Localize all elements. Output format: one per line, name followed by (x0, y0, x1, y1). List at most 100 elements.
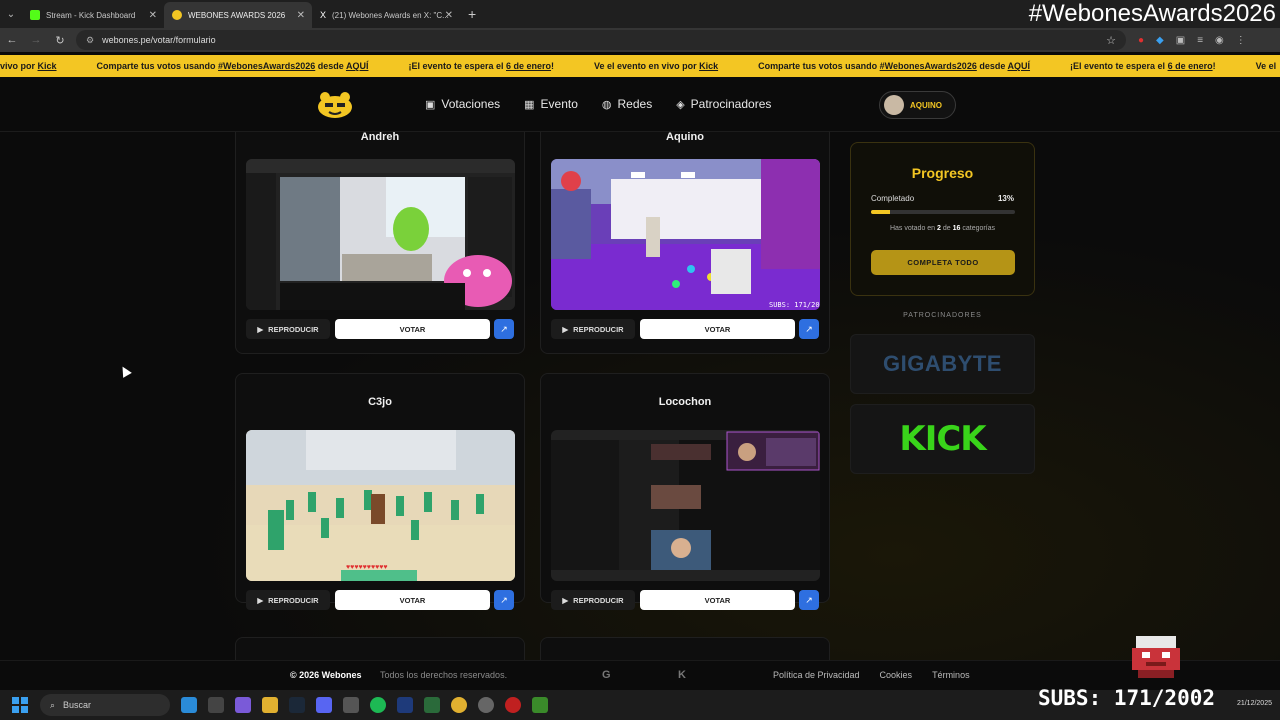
file-explorer-icon[interactable] (262, 697, 278, 713)
bookmark-star-icon[interactable]: ☆ (1106, 34, 1116, 47)
profile-avatar-icon[interactable]: ◉ (1215, 35, 1224, 46)
app-icon[interactable] (208, 697, 224, 713)
steam-icon[interactable] (289, 697, 305, 713)
progress-panel: Progreso Completado 13% Has votado en 2 … (850, 142, 1035, 296)
close-icon[interactable]: ✕ (149, 10, 157, 21)
nav-votaciones[interactable]: ▣ Votaciones (425, 97, 500, 111)
ballot-icon: ▣ (425, 98, 436, 111)
play-button[interactable]: ▶ REPRODUCIR (551, 590, 635, 610)
copilot-icon[interactable] (235, 697, 251, 713)
marquee-item: Ve el (1255, 61, 1277, 71)
reload-icon[interactable]: ↻ (48, 34, 72, 47)
close-icon[interactable]: ✕ (297, 10, 305, 21)
site-info-icon[interactable]: ⚙ (86, 35, 94, 46)
clip-thumbnail[interactable]: SUBS: 171/2002 (551, 159, 820, 310)
app-icon[interactable] (343, 697, 359, 713)
edge-icon[interactable] (181, 697, 197, 713)
vote-button[interactable]: VOTAR (335, 590, 490, 610)
globe-icon: ◍ (601, 98, 612, 111)
excel-icon[interactable] (424, 697, 440, 713)
play-button[interactable]: ▶ REPRODUCIR (551, 319, 635, 339)
marquee-link[interactable]: 6 de enero (1168, 61, 1213, 71)
voting-main: Andreh ▶ REPRODUCIR VOTAR ↗ Aquino SUBS:… (0, 132, 1280, 660)
marquee-link[interactable]: #WebonesAwards2026 (880, 61, 977, 71)
tab-kick-dashboard[interactable]: Stream - Kick Dashboard ✕ (22, 2, 164, 28)
external-link-icon[interactable]: ↗ (799, 319, 819, 339)
play-button[interactable]: ▶ REPRODUCIR (246, 590, 330, 610)
nav-label: Evento (540, 97, 578, 111)
footer-link-cookies[interactable]: Cookies (880, 670, 913, 680)
progress-title: Progreso (911, 165, 974, 181)
windows-start-icon[interactable] (12, 697, 28, 713)
extension-icon[interactable]: ◆ (1156, 35, 1164, 46)
nominee-card: Andreh ▶ REPRODUCIR VOTAR ↗ (235, 132, 525, 354)
back-icon[interactable]: ← (0, 34, 24, 46)
external-link-icon[interactable]: ↗ (799, 590, 819, 610)
nominee-name: Andreh (360, 132, 400, 143)
marquee-link[interactable]: AQUÍ (1008, 61, 1031, 71)
marquee-link[interactable]: Kick (699, 61, 718, 71)
vote-button[interactable]: VOTAR (640, 590, 795, 610)
play-button[interactable]: ▶ REPRODUCIR (246, 319, 330, 339)
marquee-link[interactable]: AQUÍ (346, 61, 369, 71)
forward-icon[interactable]: → (24, 34, 48, 46)
tab-webones-awards[interactable]: WEBONES AWARDS 2026 ✕ (164, 2, 312, 28)
nav-redes[interactable]: ◍ Redes (602, 97, 652, 111)
webones-logo[interactable] (316, 89, 354, 119)
nav-evento[interactable]: ▦ Evento (524, 97, 578, 111)
discord-icon[interactable] (316, 697, 332, 713)
overlay-hashtag: #WebonesAwards2026 (1028, 0, 1276, 27)
app-icon[interactable] (478, 697, 494, 713)
extensions-puzzle-icon[interactable]: ▣ (1176, 35, 1185, 46)
media-icon[interactable]: ≡ (1197, 35, 1203, 46)
avatar (884, 95, 904, 115)
user-menu-button[interactable]: AQUINO (879, 91, 956, 119)
progress-note: Has votado en 2 de 16 categorías (889, 225, 996, 232)
extension-icon[interactable]: ● (1138, 35, 1144, 46)
photoshop-icon[interactable] (397, 697, 413, 713)
marquee-item: Ve el evento en vivo por Kick (594, 61, 719, 71)
marquee-link[interactable]: #WebonesAwards2026 (218, 61, 315, 71)
x-favicon-icon: X (320, 10, 327, 20)
marquee-item: vivo por Kick (0, 61, 57, 71)
screen: ⌄ Stream - Kick Dashboard ✕ WEBONES AWAR… (0, 0, 1280, 720)
kick-favicon-icon (30, 10, 40, 20)
nav-patrocinadores[interactable]: ◈ Patrocinadores (676, 97, 771, 111)
complete-all-button[interactable]: COMPLETA TODO (871, 250, 1015, 275)
close-icon[interactable]: ✕ (445, 10, 453, 21)
nominee-name: C3jo (368, 396, 392, 408)
vote-button[interactable]: VOTAR (335, 319, 490, 339)
menu-dots-icon[interactable]: ⋮ (1236, 35, 1246, 46)
clip-thumbnail[interactable] (246, 159, 515, 310)
external-link-icon[interactable]: ↗ (494, 319, 514, 339)
svg-text:SUBS: 171/2002: SUBS: 171/2002 (769, 301, 820, 309)
chrome-icon[interactable] (451, 697, 467, 713)
svg-text:♥♥♥♥♥♥♥♥♥♥: ♥♥♥♥♥♥♥♥♥♥ (346, 564, 388, 571)
vote-button[interactable]: VOTAR (640, 319, 795, 339)
webones-favicon-icon (172, 10, 182, 20)
sponsor-gigabyte[interactable]: GIGABYTE (850, 334, 1035, 394)
clip-thumbnail[interactable] (551, 430, 820, 581)
marquee-link[interactable]: 6 de enero (506, 61, 551, 71)
footer-link-privacy[interactable]: Política de Privacidad (773, 670, 860, 680)
sponsors-heading: PATROCINADORES (903, 312, 982, 319)
main-nav: ▣ Votaciones ▦ Evento ◍ Redes ◈ Patrocinador… (425, 97, 771, 111)
marquee-link[interactable]: Kick (38, 61, 57, 71)
tab-search-icon[interactable]: ⌄ (0, 9, 22, 20)
clip-preview-image: SUBS: 171/2002 (551, 159, 820, 310)
nominee-card (235, 637, 525, 660)
footer-link-terms[interactable]: Términos (932, 670, 970, 680)
minecraft-icon[interactable] (532, 697, 548, 713)
marquee-item: Comparte tus votos usando #WebonesAwards… (96, 61, 369, 71)
tab-x-post[interactable]: X (21) Webones Awards en X: "C... ✕ (312, 2, 460, 28)
external-link-icon[interactable]: ↗ (494, 590, 514, 610)
play-icon: ▶ (562, 324, 569, 334)
clip-preview-image (551, 430, 820, 581)
opera-icon[interactable] (505, 697, 521, 713)
clip-thumbnail[interactable]: ♥♥♥♥♥♥♥♥♥♥ (246, 430, 515, 581)
spotify-icon[interactable] (370, 697, 386, 713)
address-bar[interactable]: ⚙ webones.pe/votar/formulario ☆ (76, 30, 1126, 50)
taskbar-search[interactable]: ⌕ Buscar (40, 694, 170, 716)
new-tab-button[interactable]: + (468, 6, 476, 22)
sponsor-kick[interactable]: KICK (850, 404, 1035, 474)
